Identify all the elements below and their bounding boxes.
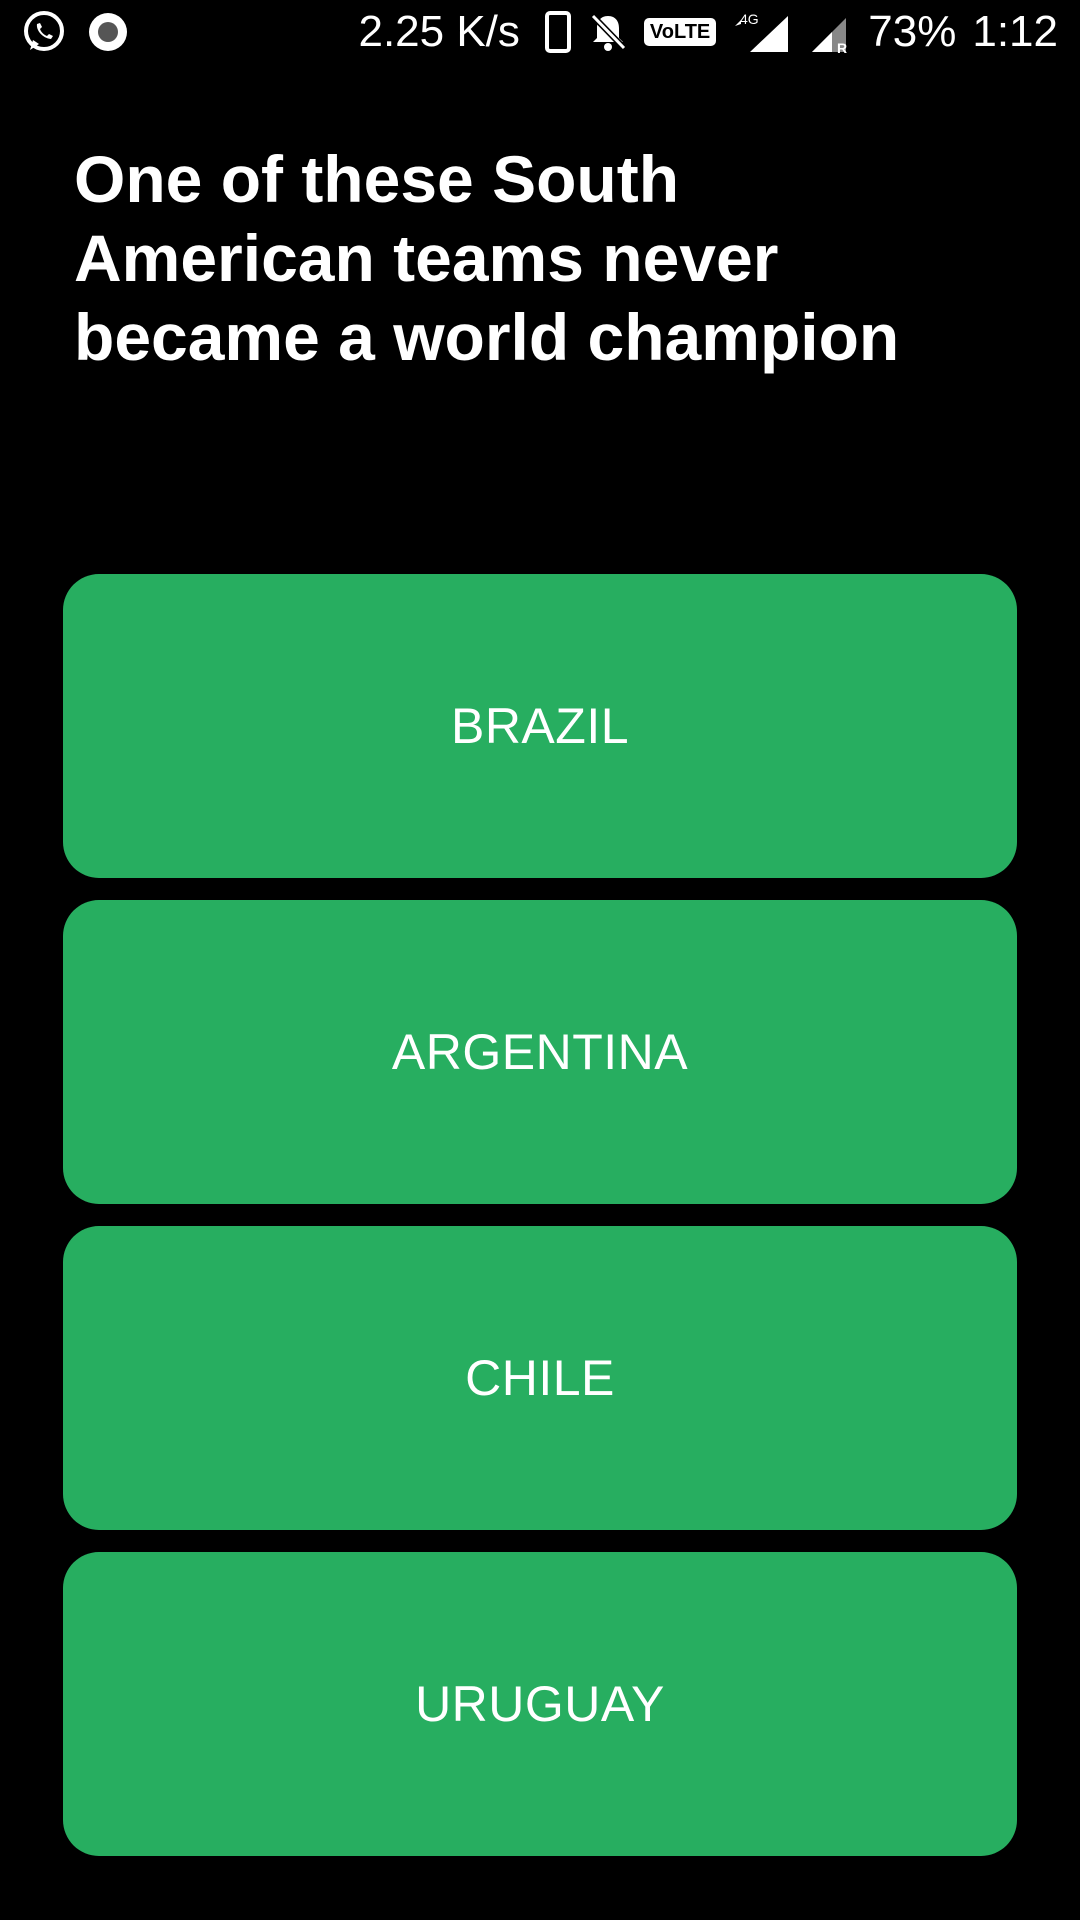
volte-badge: VoLTE <box>643 18 717 46</box>
answer-button-uruguay[interactable]: URUGUAY <box>63 1552 1017 1856</box>
battery-percent: 73% <box>868 7 957 56</box>
signal-4g-icon: 4G <box>732 10 792 54</box>
answer-list: BRAZIL ARGENTINA CHILE URUGUAY <box>63 574 1017 1878</box>
network-type-label: 4G <box>740 11 759 27</box>
question-text: One of these South American teams never … <box>74 142 900 374</box>
answer-button-chile[interactable]: CHILE <box>63 1226 1017 1530</box>
notifications-off-icon <box>588 10 628 54</box>
answer-button-argentina[interactable]: ARGENTINA <box>63 900 1017 1204</box>
status-bar-right: 2.25 K/s VoLTE 4G R 73% 1:12 <box>358 0 1058 64</box>
answer-button-brazil[interactable]: BRAZIL <box>63 574 1017 878</box>
roaming-label: R <box>837 40 847 54</box>
clock-time: 1:12 <box>972 7 1058 56</box>
network-speed: 2.25 K/s <box>358 7 520 56</box>
status-bar-left <box>22 10 130 54</box>
status-bar: 2.25 K/s VoLTE 4G R 73% 1:12 <box>0 0 1080 64</box>
record-icon <box>86 10 130 54</box>
signal-roaming-icon: R <box>808 10 852 54</box>
phone-icon <box>544 10 572 54</box>
whatsapp-icon <box>22 10 66 54</box>
